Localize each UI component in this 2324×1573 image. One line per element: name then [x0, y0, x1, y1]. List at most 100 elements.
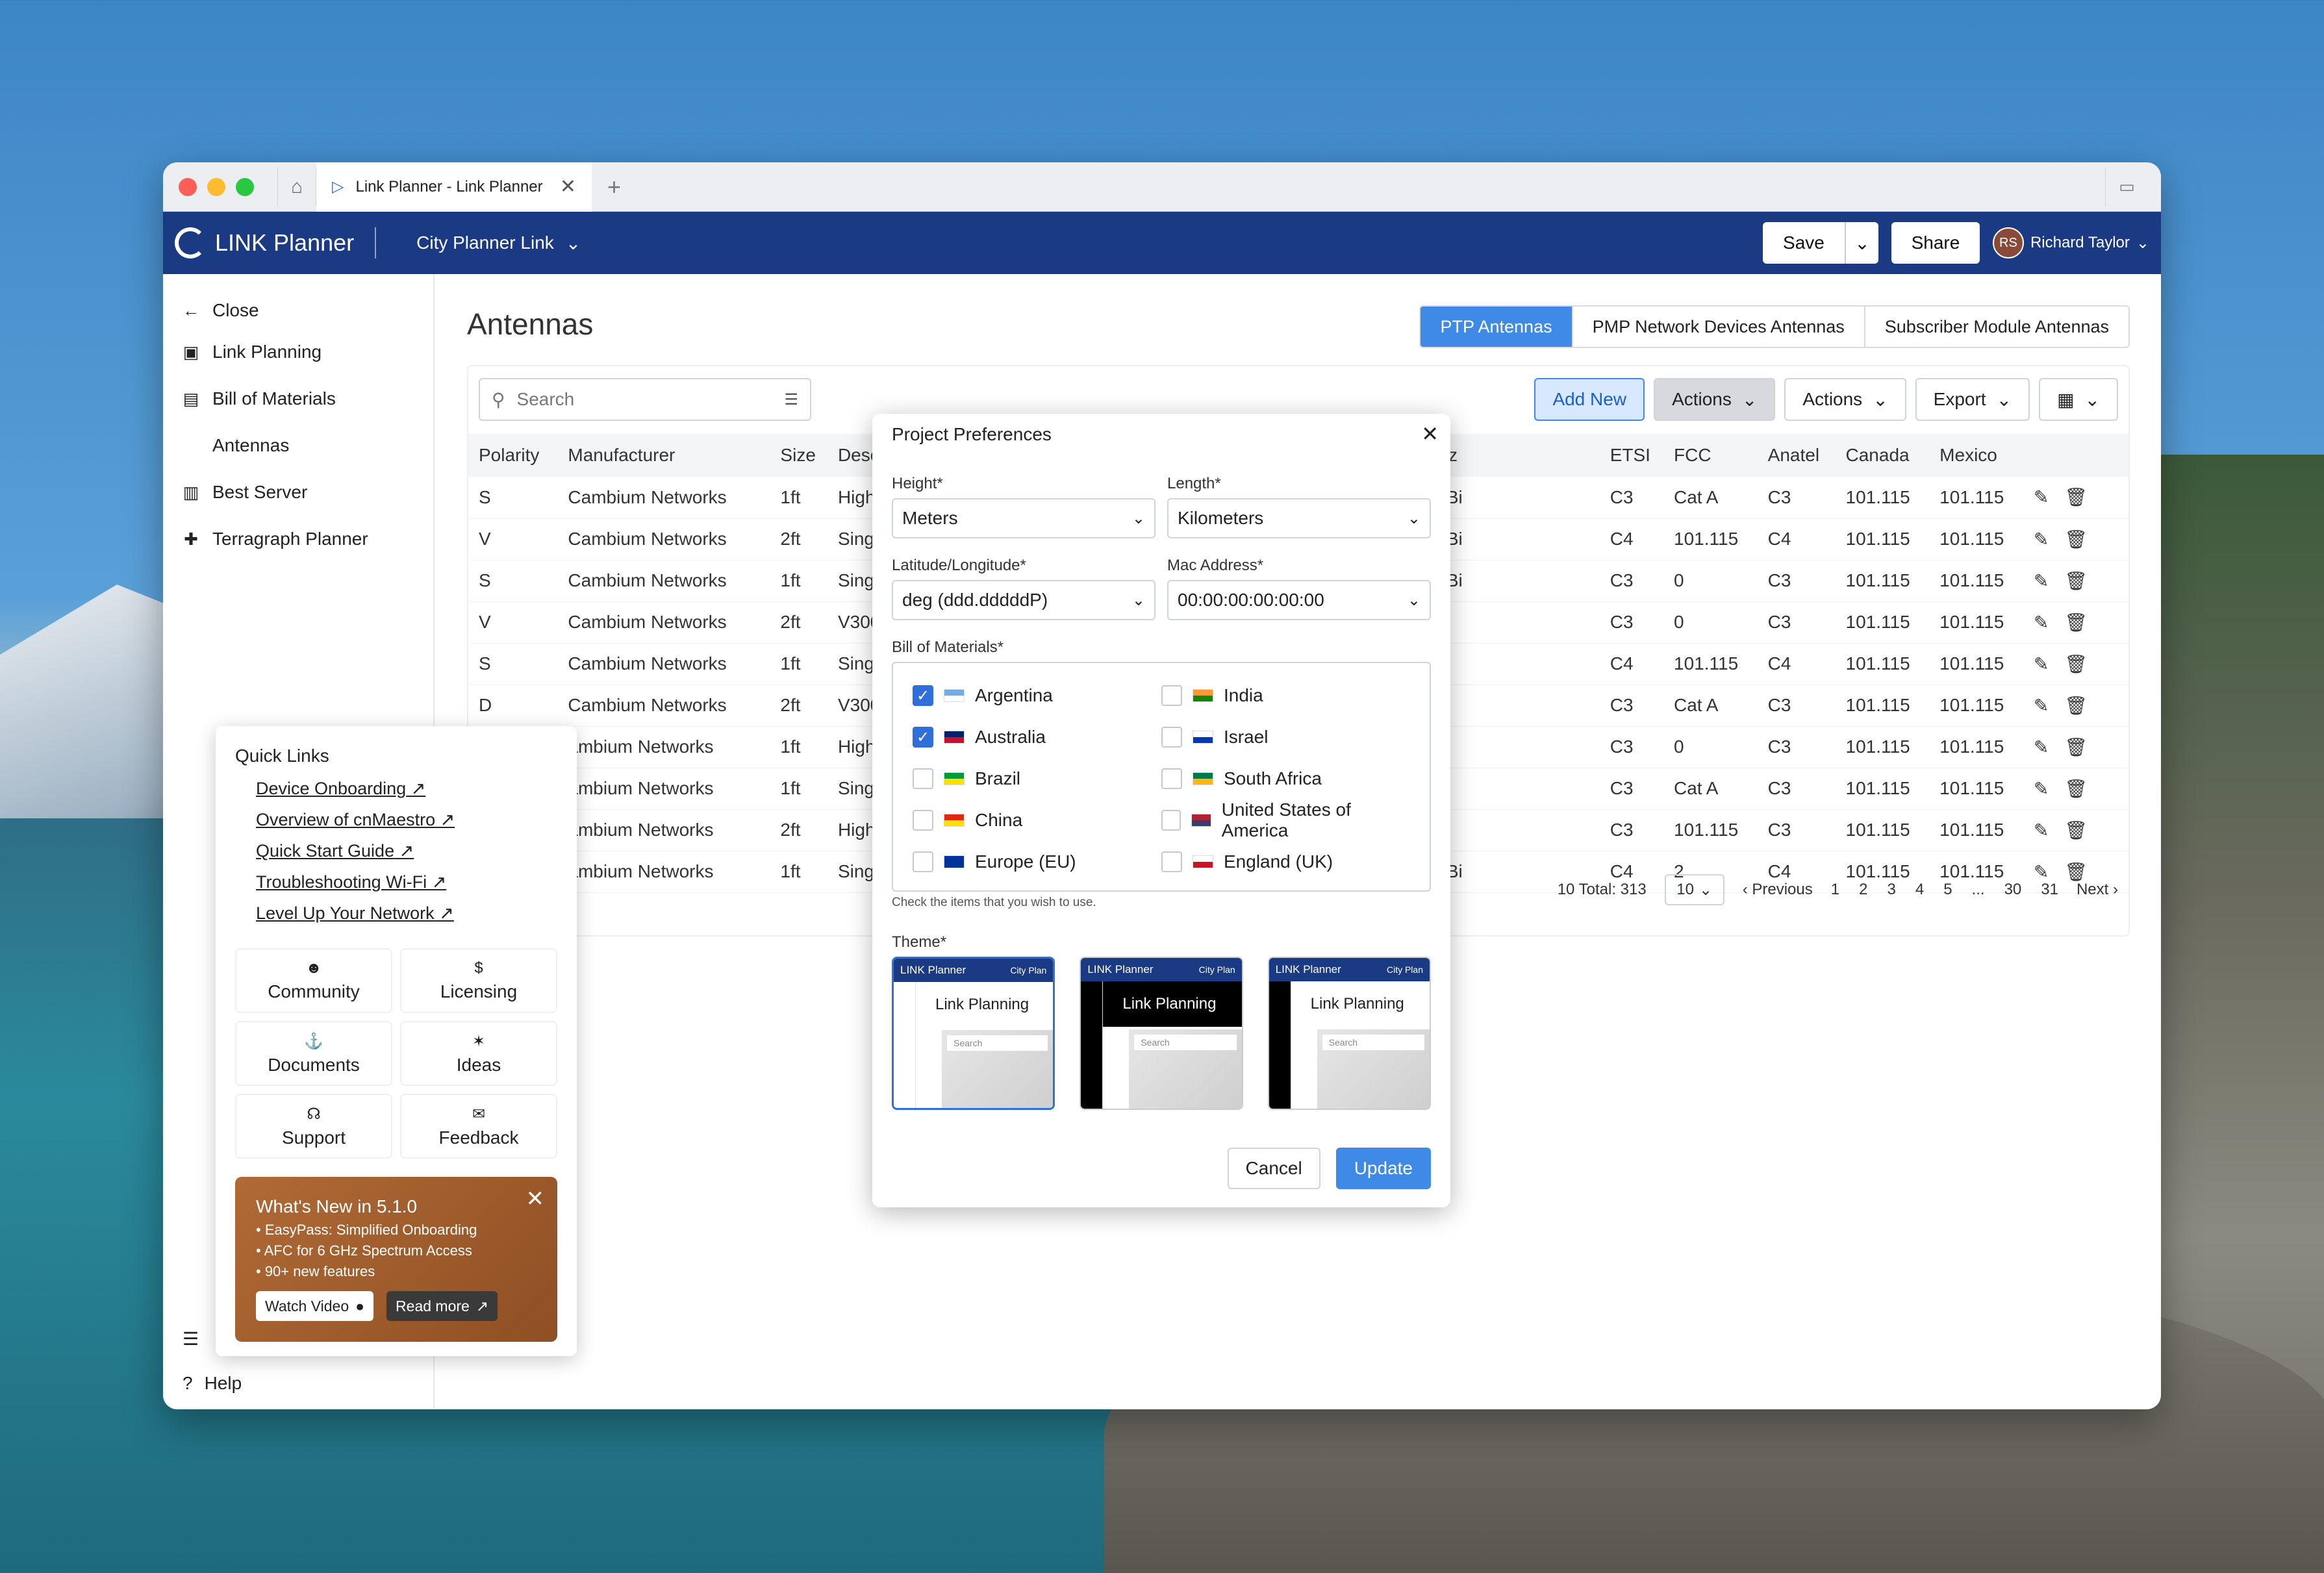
column-header[interactable]: Size	[770, 434, 827, 477]
checkbox-europe-eu-[interactable]: Europe (EU)	[913, 841, 1161, 883]
column-header[interactable]: ETSI	[1599, 434, 1663, 477]
edit-icon[interactable]: ✎	[2034, 612, 2049, 633]
save-options-button[interactable]: ⌄	[1844, 222, 1878, 264]
column-header[interactable]: FCC	[1663, 434, 1758, 477]
checkbox-israel[interactable]: Israel	[1161, 716, 1410, 758]
delete-icon[interactable]: 🗑︎	[2064, 696, 2088, 716]
checkbox-argentina[interactable]: ✓ Argentina	[913, 675, 1161, 716]
cancel-button[interactable]: Cancel	[1227, 1148, 1320, 1189]
column-header[interactable]: Polarity	[468, 434, 558, 477]
share-button[interactable]: Share	[1891, 222, 1980, 264]
tile-feedback[interactable]: ✉ Feedback	[400, 1094, 557, 1159]
close-icon[interactable]: ✕	[1421, 422, 1439, 446]
tab-subscriber-module-antennas[interactable]: Subscriber Module Antennas	[1863, 307, 2128, 347]
home-icon[interactable]: ⌂	[277, 167, 316, 207]
page-size-select[interactable]: 10 ⌄	[1664, 874, 1724, 905]
tile-support[interactable]: ☊ Support	[235, 1094, 392, 1159]
sidebar-item-best-server[interactable]: ▥ Best Server	[163, 469, 433, 516]
edit-icon[interactable]: ✎	[2034, 487, 2049, 507]
delete-icon[interactable]: 🗑︎	[2064, 487, 2088, 507]
sidebar-toggle-icon[interactable]: ▭	[2105, 167, 2148, 207]
browser-tab[interactable]: ▷ Link Planner - Link Planner ✕	[316, 162, 592, 212]
sidebar-item-close[interactable]: ← Close	[163, 287, 433, 334]
latlon-select[interactable]: deg (ddd.dddddP) ⌄	[892, 580, 1156, 620]
tab-ptp-antennas[interactable]: PTP Antennas	[1421, 307, 1572, 347]
read-more-button[interactable]: Read more ↗	[386, 1291, 498, 1321]
actions-secondary-button[interactable]: Actions ⌄	[1784, 378, 1906, 421]
edit-icon[interactable]: ✎	[2034, 571, 2049, 591]
checkbox[interactable]: ✓	[913, 685, 933, 706]
checkbox[interactable]	[1161, 768, 1182, 789]
checkbox[interactable]	[1161, 685, 1182, 706]
close-window-button[interactable]	[179, 177, 197, 196]
sidebar-item-antennas[interactable]: Antennas	[163, 422, 433, 469]
checkbox-china[interactable]: China	[913, 799, 1161, 841]
checkbox-india[interactable]: India	[1161, 675, 1410, 716]
page-number-button[interactable]: 31	[2041, 881, 2058, 899]
column-header[interactable]: Anatel	[1757, 434, 1836, 477]
close-tab-icon[interactable]: ✕	[560, 175, 576, 198]
delete-icon[interactable]: 🗑︎	[2064, 571, 2088, 591]
next-page-button[interactable]: Next ›	[2077, 881, 2118, 899]
column-settings-button[interactable]: ▦ ⌄	[2039, 378, 2118, 421]
edit-icon[interactable]: ✎	[2034, 696, 2049, 716]
close-icon[interactable]: ✕	[526, 1186, 545, 1212]
checkbox[interactable]	[1161, 851, 1182, 872]
checkbox[interactable]	[1161, 727, 1182, 748]
export-button[interactable]: Export ⌄	[1915, 378, 2030, 421]
checkbox-south-africa[interactable]: South Africa	[1161, 758, 1410, 799]
checkbox[interactable]	[913, 810, 933, 831]
delete-icon[interactable]: 🗑︎	[2064, 612, 2088, 633]
theme-option-2[interactable]: LINK Planner City Plan Link Planning Search	[1080, 957, 1243, 1110]
user-menu[interactable]: RS Richard Taylor ⌄	[1992, 227, 2149, 258]
update-button[interactable]: Update	[1335, 1148, 1431, 1189]
maximize-window-button[interactable]	[236, 177, 254, 196]
previous-page-button[interactable]: ‹ Previous	[1743, 881, 1813, 899]
mac-address-select[interactable]: 00:00:00:00:00:00 ⌄	[1167, 580, 1431, 620]
column-header[interactable]: Mexico	[1929, 434, 2023, 477]
page-number-button[interactable]: 4	[1915, 881, 1924, 899]
edit-icon[interactable]: ✎	[2034, 529, 2049, 549]
page-number-button[interactable]: 3	[1887, 881, 1895, 899]
checkbox[interactable]	[913, 768, 933, 789]
page-number-button[interactable]: 1	[1831, 881, 1839, 899]
length-select[interactable]: Kilometers ⌄	[1167, 498, 1431, 538]
delete-icon[interactable]: 🗑︎	[2064, 737, 2088, 757]
delete-icon[interactable]: 🗑︎	[2064, 654, 2088, 674]
page-number-button[interactable]: 5	[1943, 881, 1952, 899]
theme-option-3[interactable]: LINK Planner City Plan Link Planning Search	[1267, 957, 1431, 1110]
delete-icon[interactable]: 🗑︎	[2064, 779, 2088, 799]
checkbox-england-uk-[interactable]: England (UK)	[1161, 841, 1410, 883]
edit-icon[interactable]: ✎	[2034, 779, 2049, 799]
minimize-window-button[interactable]	[207, 177, 225, 196]
tile-ideas[interactable]: ✶ Ideas	[400, 1021, 557, 1086]
theme-option-1[interactable]: LINK Planner City Plan Link Planning Search	[892, 957, 1055, 1110]
actions-dropdown-button[interactable]: Actions ⌄	[1654, 378, 1776, 421]
new-tab-icon[interactable]: +	[607, 173, 621, 201]
delete-icon[interactable]: 🗑︎	[2064, 529, 2088, 549]
checkbox-united-states-of-america[interactable]: United States of America	[1161, 799, 1410, 841]
checkbox[interactable]: ✓	[913, 727, 933, 748]
sidebar-item-terragraph-planner[interactable]: ✚ Terragraph Planner	[163, 516, 433, 562]
edit-icon[interactable]: ✎	[2034, 820, 2049, 840]
help-link[interactable]: ? Help	[183, 1373, 242, 1394]
sidebar-item-bill-of-materials[interactable]: ▤ Bill of Materials	[163, 375, 433, 422]
quick-link[interactable]: Troubleshooting Wi-Fi ↗	[256, 866, 557, 898]
add-new-button[interactable]: Add New	[1534, 378, 1645, 421]
tile-documents[interactable]: ⚓ Documents	[235, 1021, 392, 1086]
save-button[interactable]: Save	[1762, 222, 1845, 264]
quick-link[interactable]: Quick Start Guide ↗	[256, 835, 557, 866]
checkbox-brazil[interactable]: Brazil	[913, 758, 1161, 799]
tile-community[interactable]: ☻ Community	[235, 948, 392, 1013]
quick-link[interactable]: Overview of cnMaestro ↗	[256, 804, 557, 835]
delete-icon[interactable]: 🗑︎	[2064, 820, 2088, 840]
quick-link[interactable]: Device Onboarding ↗	[256, 773, 557, 804]
page-number-button[interactable]: 30	[2004, 881, 2022, 899]
edit-icon[interactable]: ✎	[2034, 737, 2049, 757]
filter-icon[interactable]: ☰	[784, 390, 798, 409]
checkbox[interactable]	[1161, 810, 1181, 831]
sidebar-item-link-planning[interactable]: ▣ Link Planning	[163, 329, 433, 375]
search-input[interactable]: ⚲ Search ☰	[479, 378, 811, 421]
column-header[interactable]: Canada	[1835, 434, 1930, 477]
project-selector[interactable]: City Planner Link ⌄	[416, 233, 581, 254]
